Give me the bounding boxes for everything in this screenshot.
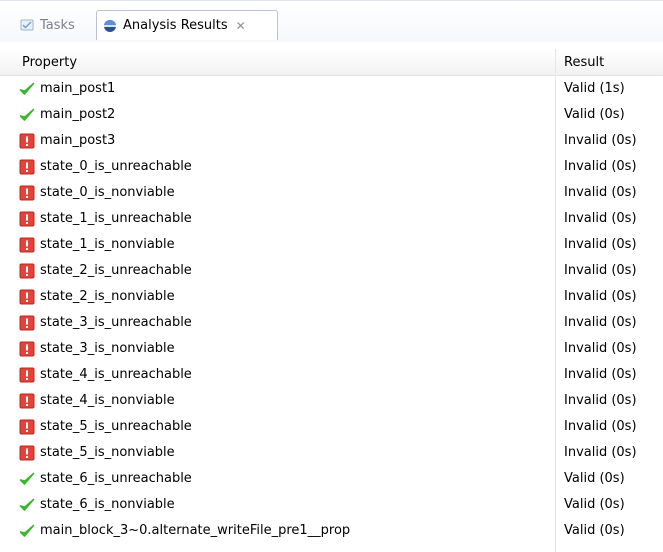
column-header-property[interactable]: Property xyxy=(22,55,77,70)
analysis-icon xyxy=(104,19,116,32)
result-value: Invalid (0s) xyxy=(564,393,637,408)
error-icon xyxy=(19,315,35,331)
error-icon xyxy=(19,211,35,227)
property-name: state_6_is_unreachable xyxy=(40,471,192,486)
error-icon xyxy=(19,133,35,149)
column-divider[interactable] xyxy=(555,49,556,552)
table-row[interactable]: state_1_is_nonviable Invalid (0s) xyxy=(0,232,663,258)
result-value: Invalid (0s) xyxy=(564,185,637,200)
table-row[interactable]: state_4_is_unreachable Invalid (0s) xyxy=(0,362,663,388)
property-name: main_post3 xyxy=(40,133,116,148)
property-name: main_post1 xyxy=(40,81,116,96)
table-row[interactable]: state_5_is_nonviable Invalid (0s) xyxy=(0,440,663,466)
property-name: main_post2 xyxy=(40,107,116,122)
result-value: Invalid (0s) xyxy=(564,159,637,174)
result-value: Valid (0s) xyxy=(564,107,625,122)
table-row[interactable]: state_4_is_nonviable Invalid (0s) xyxy=(0,388,663,414)
property-name: state_4_is_nonviable xyxy=(40,393,175,408)
result-value: Invalid (0s) xyxy=(564,133,637,148)
property-name: main_block_3~0.alternate_writeFile_pre1_… xyxy=(40,523,351,538)
results-table: Property Result main_post1 Valid (1s) main… xyxy=(0,49,663,544)
table-row[interactable]: main_block_3~0.alternate_writeFile_pre1_… xyxy=(0,518,663,544)
close-icon[interactable]: ✕ xyxy=(236,19,246,33)
property-name: state_1_is_nonviable xyxy=(40,237,175,252)
tab-tasks-label: Tasks xyxy=(40,17,75,33)
error-icon xyxy=(19,185,35,201)
property-name: state_5_is_unreachable xyxy=(40,419,192,434)
property-name: state_5_is_nonviable xyxy=(40,445,175,460)
tab-bar: Tasks Analysis Results ✕ xyxy=(0,0,663,42)
property-name: state_2_is_unreachable xyxy=(40,263,192,278)
checkmark-icon xyxy=(19,82,35,95)
result-value: Valid (0s) xyxy=(564,523,625,538)
table-row[interactable]: state_0_is_nonviable Invalid (0s) xyxy=(0,180,663,206)
checkmark-icon xyxy=(19,108,35,121)
result-value: Invalid (0s) xyxy=(564,211,637,226)
table-row[interactable]: main_post3 Invalid (0s) xyxy=(0,128,663,154)
table-row[interactable]: state_3_is_unreachable Invalid (0s) xyxy=(0,310,663,336)
table-row[interactable]: state_6_is_nonviable Valid (0s) xyxy=(0,492,663,518)
property-name: state_2_is_nonviable xyxy=(40,289,175,304)
error-icon xyxy=(19,159,35,175)
result-value: Invalid (0s) xyxy=(564,367,637,382)
tab-analysis-results-label: Analysis Results xyxy=(123,18,228,33)
error-icon xyxy=(19,367,35,383)
property-name: state_0_is_unreachable xyxy=(40,159,192,174)
table-row[interactable]: state_1_is_unreachable Invalid (0s) xyxy=(0,206,663,232)
error-icon xyxy=(19,237,35,253)
property-name: state_3_is_nonviable xyxy=(40,341,175,356)
result-value: Invalid (0s) xyxy=(564,419,637,434)
tasks-icon xyxy=(20,19,34,31)
error-icon xyxy=(19,445,35,461)
table-row[interactable]: state_5_is_unreachable Invalid (0s) xyxy=(0,414,663,440)
table-row[interactable]: state_3_is_nonviable Invalid (0s) xyxy=(0,336,663,362)
column-header-result[interactable]: Result xyxy=(564,55,604,70)
property-name: state_0_is_nonviable xyxy=(40,185,175,200)
tab-tasks[interactable]: Tasks xyxy=(0,10,94,40)
result-value: Valid (1s) xyxy=(564,81,625,96)
checkmark-icon xyxy=(19,472,35,485)
result-value: Valid (0s) xyxy=(564,471,625,486)
error-icon xyxy=(19,419,35,435)
error-icon xyxy=(19,341,35,357)
table-row[interactable]: state_6_is_unreachable Valid (0s) xyxy=(0,466,663,492)
result-value: Invalid (0s) xyxy=(564,315,637,330)
result-value: Valid (0s) xyxy=(564,497,625,512)
error-icon xyxy=(19,263,35,279)
table-row[interactable]: state_2_is_unreachable Invalid (0s) xyxy=(0,258,663,284)
table-row[interactable]: main_post2 Valid (0s) xyxy=(0,102,663,128)
table-row[interactable]: main_post1 Valid (1s) xyxy=(0,76,663,102)
property-name: state_4_is_unreachable xyxy=(40,367,192,382)
result-value: Invalid (0s) xyxy=(564,445,637,460)
table-header: Property Result xyxy=(0,49,663,76)
tab-analysis-results[interactable]: Analysis Results ✕ xyxy=(96,10,278,40)
result-value: Invalid (0s) xyxy=(564,263,637,278)
result-value: Invalid (0s) xyxy=(564,237,637,252)
checkmark-icon xyxy=(19,498,35,511)
result-value: Invalid (0s) xyxy=(564,341,637,356)
error-icon xyxy=(19,289,35,305)
error-icon xyxy=(19,393,35,409)
table-row[interactable]: state_0_is_unreachable Invalid (0s) xyxy=(0,154,663,180)
property-name: state_6_is_nonviable xyxy=(40,497,175,512)
result-value: Invalid (0s) xyxy=(564,289,637,304)
property-name: state_3_is_unreachable xyxy=(40,315,192,330)
checkmark-icon xyxy=(19,524,35,537)
property-name: state_1_is_unreachable xyxy=(40,211,192,226)
table-row[interactable]: state_2_is_nonviable Invalid (0s) xyxy=(0,284,663,310)
table-body: main_post1 Valid (1s) main_post2 Valid (0s)… xyxy=(0,76,663,544)
